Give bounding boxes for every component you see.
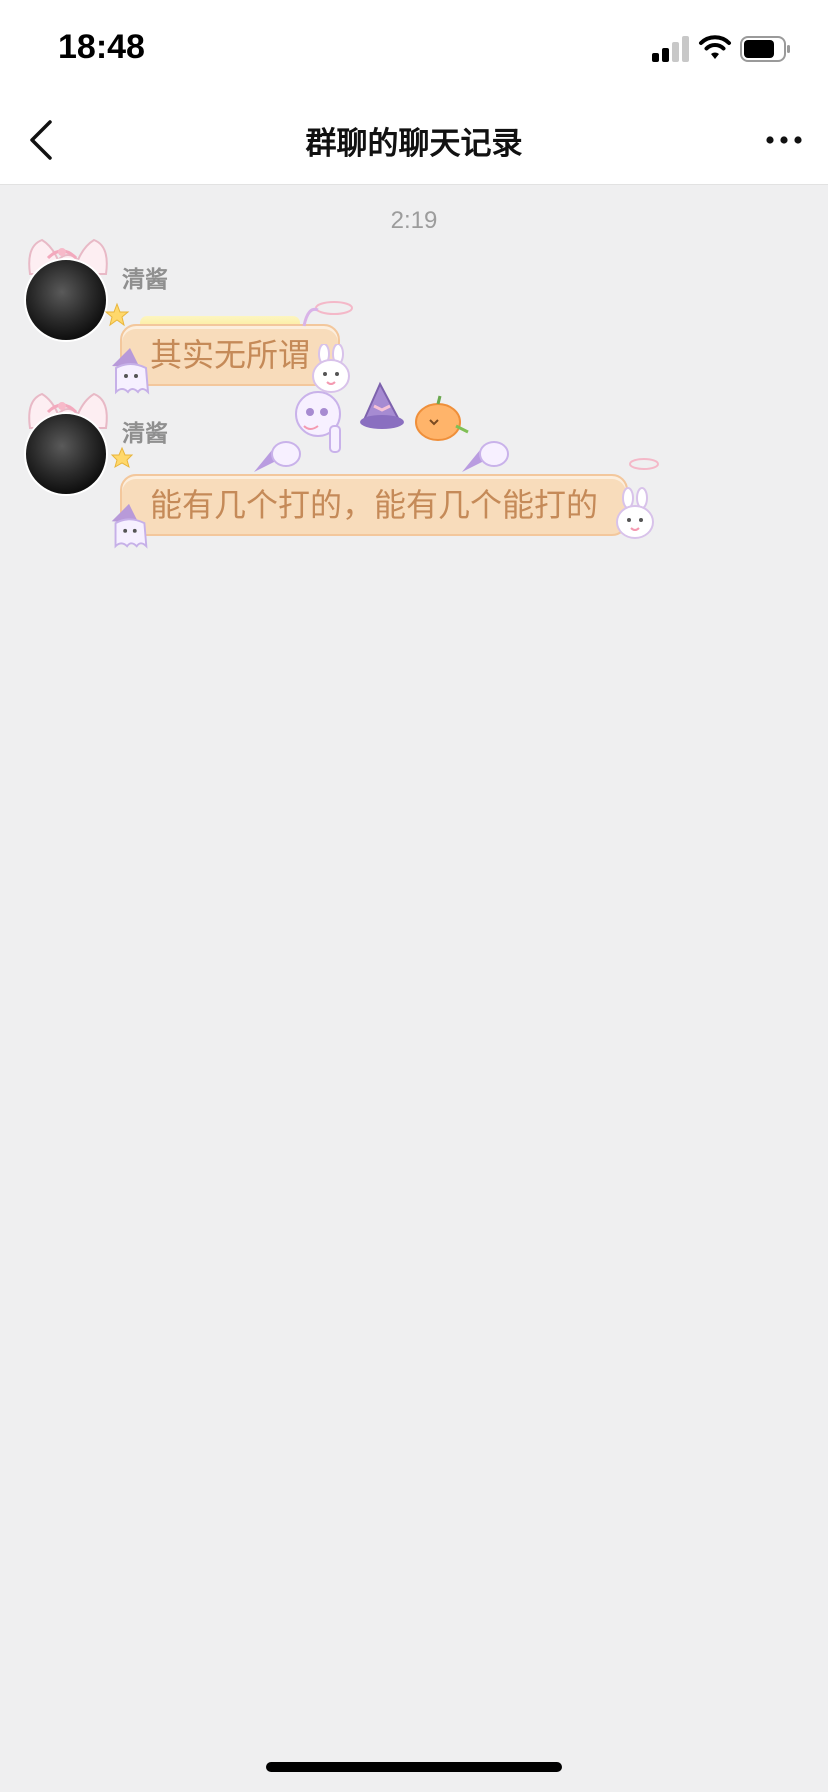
status-bar: 18:48: [0, 0, 828, 96]
message-bubble[interactable]: 能有几个打的，能有几个能打的: [120, 474, 629, 536]
halo-icon: [302, 301, 353, 327]
avatar-image: [24, 258, 108, 342]
bat-wing-sticker-icon: [254, 441, 301, 472]
status-time: 18:48: [58, 28, 145, 66]
ghost-witch-sticker-icon: [111, 503, 148, 549]
bunny-halo-sticker-icon: [616, 458, 659, 539]
avatar-image: [24, 412, 108, 496]
bat-wing-sticker-icon: [462, 441, 509, 472]
cellular-signal-icon: [652, 36, 689, 62]
page-title: 群聊的聊天记录: [305, 126, 523, 162]
nav-bar: 群聊的聊天记录: [0, 96, 828, 185]
wifi-icon: [699, 35, 731, 59]
witch-hat-sticker-icon: [360, 381, 404, 429]
home-indicator[interactable]: [266, 1762, 562, 1772]
sender-name: 清酱: [122, 421, 168, 447]
avatar[interactable]: [18, 390, 114, 496]
ellipsis-icon: [766, 136, 802, 144]
sender-name: 清酱: [122, 267, 168, 293]
avatar[interactable]: [18, 236, 114, 342]
battery-icon: [740, 36, 790, 62]
star-icon: [104, 302, 130, 327]
chat-time-divider: 2:19: [390, 207, 438, 234]
more-button[interactable]: [762, 122, 810, 158]
star-icon: [110, 446, 134, 469]
